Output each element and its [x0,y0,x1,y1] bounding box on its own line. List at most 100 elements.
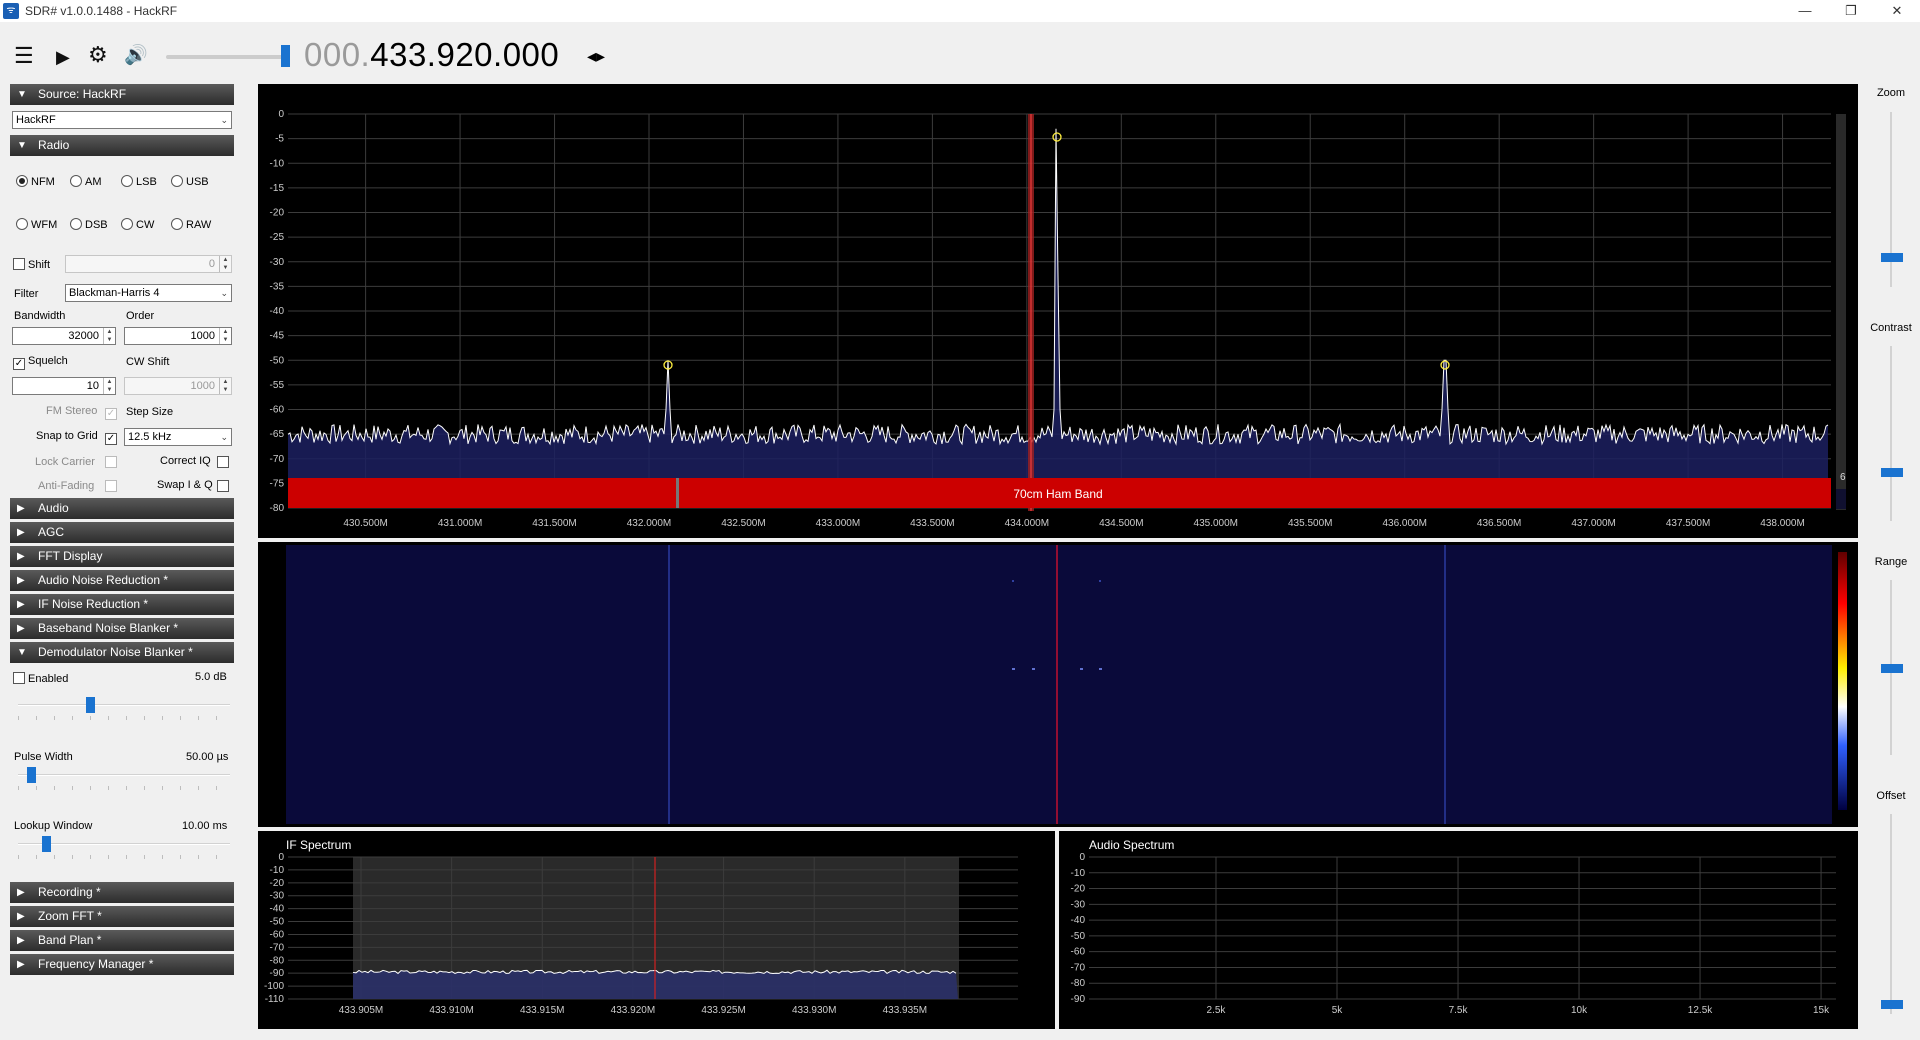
audio-x-tick-label: 12.5k [1688,1005,1713,1016]
volume-slider-thumb[interactable] [281,45,290,67]
panel-header-frequency-manager[interactable]: ▶ Frequency Manager * [10,954,234,975]
audio-y-tick-label: 0 [1079,852,1085,863]
play-icon[interactable]: ▶ [56,46,70,68]
squelch-checkbox[interactable]: ✓ Squelch [13,355,68,370]
spectrum-scrollbar[interactable] [1836,114,1846,510]
band-plan-label: 70cm Ham Band [1013,487,1102,501]
mode-radio-am[interactable]: AM [70,175,102,188]
spectrum-y-ticks: 0 -5 -10 -15 -20 -25 -30 -35 -40 -45 -50 -55 -60 -65 -… [270,109,285,514]
if-y-tick-label: -100 [264,981,284,992]
panel-header-agc[interactable]: ▶ AGC [10,522,234,543]
panel-header-audio-noise-reduction[interactable]: ▶ Audio Noise Reduction * [10,570,234,591]
contrast-slider-thumb[interactable] [1881,468,1903,477]
cwshift-input[interactable]: 1000 ▲ ▼ [124,377,232,395]
bandwidth-input[interactable]: 32000 ▲ ▼ [12,327,116,345]
mode-label: WFM [31,219,58,231]
panel-header-audio[interactable]: ▶ Audio [10,498,234,519]
waterfall[interactable] [258,542,1858,827]
spectrum-x-ticks: 430.500M 431.000M 431.500M 432.000M 432.500M… [343,518,1804,529]
tuning-arrows-icon[interactable]: ◂▸ [587,46,605,67]
spectrum-x-tick-label: 434.000M [1005,518,1049,529]
shift-value: 0 [208,258,215,270]
range-label: Range [1874,556,1908,568]
range-slider-thumb[interactable] [1881,663,1903,673]
spectrum-analyzer[interactable]: 0 -5 -10 -15 -20 -25 -30 -35 -40 -45 -50 -55 -60 -65 -… [258,84,1858,538]
display-controls: Zoom Contrast Range Offset [1862,84,1920,1034]
squelch-input[interactable]: 10 ▲ ▼ [12,377,116,395]
spectrum-y-tick-label: -70 [270,454,285,465]
panel-header-if-noise-reduction[interactable]: ▶ IF Noise Reduction * [10,594,234,615]
panel-header-band-plan[interactable]: ▶ Band Plan * [10,930,234,951]
mode-radio-raw[interactable]: RAW [171,218,211,231]
pulse-width-track[interactable] [18,774,230,776]
spectrum-y-tick-label: -75 [270,478,285,489]
source-device-select[interactable]: HackRF ⌄ [12,111,232,129]
spectrum-y-tick-label: -55 [270,380,285,391]
order-value: 1000 [190,330,215,342]
snap-to-grid-checkbox[interactable]: ✓ [105,430,120,445]
mode-radio-dsb[interactable]: DSB [70,218,108,231]
shift-checkbox[interactable]: Shift [13,258,50,271]
collapsed-arrow-icon: ▶ [17,623,25,634]
dnb-threshold-track[interactable] [18,704,230,706]
panel-header-zoom-fft[interactable]: ▶ Zoom FFT * [10,906,234,927]
spin-arrows-icon[interactable]: ▲ ▼ [103,378,115,394]
spin-arrows-icon[interactable]: ▲ ▼ [219,378,231,394]
spin-arrows-icon[interactable]: ▲ ▼ [103,328,115,344]
fm-stereo-checkbox[interactable]: ✓ [105,405,120,420]
frequency-display[interactable]: 000.433.920.000 [304,36,559,74]
audio-spectrum[interactable]: Audio Spectrum 0 -10 -20 -30 -40 -50 -60 -70 -80… [1059,831,1858,1029]
panel-header-demodulator-noise-blanker[interactable]: ▼ Demodulator Noise Blanker * [10,642,234,663]
dnb-threshold-thumb[interactable] [86,697,96,713]
step-size-select[interactable]: 12.5 kHz ⌄ [124,428,232,446]
panel-header-fft-display[interactable]: ▶ FFT Display [10,546,234,567]
spectrum-x-tick-label: 437.500M [1666,518,1710,529]
gear-icon[interactable]: ⚙ [88,44,108,66]
restore-button[interactable]: ❐ [1828,0,1874,22]
volume-slider-track[interactable] [166,55,286,59]
correct-iq-checkbox[interactable] [217,456,232,469]
mode-radio-nfm[interactable]: NFM [16,175,55,188]
mode-radio-lsb[interactable]: LSB [121,175,157,188]
spin-arrows-icon[interactable]: ▲ ▼ [219,256,231,272]
radio-icon [16,218,28,230]
mode-radio-wfm[interactable]: WFM [16,218,57,231]
offset-slider-thumb[interactable] [1881,1000,1903,1009]
panel-header-radio[interactable]: ▼ Radio [10,135,234,156]
pulse-width-thumb[interactable] [26,767,36,783]
panel-header-label: Baseband Noise Blanker * [38,621,179,635]
audio-x-tick-label: 15k [1813,1005,1830,1016]
if-x-tick-label: 433.905M [339,1005,383,1016]
spectrum-scrollbar-thumb[interactable] [1836,489,1846,509]
mode-radio-cw[interactable]: CW [121,218,154,231]
spectrum-x-tick-label: 437.000M [1571,518,1615,529]
expanded-arrow-icon: ▼ [17,89,27,100]
if-spectrum[interactable]: IF Spectrum 0 -10 -20 -30 -40 -50 -60 -70 -80 -90… [258,831,1055,1029]
menu-icon[interactable]: ☰ [14,45,34,67]
zoom-slider-thumb[interactable] [1881,253,1903,263]
panel-header-baseband-noise-blanker[interactable]: ▶ Baseband Noise Blanker * [10,618,234,639]
order-input[interactable]: 1000 ▲ ▼ [124,327,232,345]
panel-header-source[interactable]: ▼ Source: HackRF [10,84,234,105]
mode-radio-usb[interactable]: USB [171,175,209,188]
filter-label: Filter [14,288,39,300]
lookup-window-thumb[interactable] [41,836,51,852]
filter-select[interactable]: Blackman-Harris 4 ⌄ [65,284,232,302]
swap-iq-checkbox[interactable] [217,480,232,493]
offset-slider-track[interactable] [1890,814,1892,1014]
contrast-slider-track[interactable] [1890,346,1892,521]
order-label: Order [126,310,155,322]
spin-arrows-icon[interactable]: ▲ ▼ [219,328,231,344]
dnb-enabled-checkbox[interactable]: Enabled [13,672,68,685]
shift-input[interactable]: 0 ▲ ▼ [65,255,232,273]
frequency-prefix: 000. [304,36,371,73]
close-button[interactable]: ✕ [1874,0,1920,22]
lock-carrier-checkbox[interactable] [105,456,120,469]
panel-header-label: IF Noise Reduction * [38,597,149,611]
anti-fading-checkbox[interactable] [105,480,120,493]
panel-header-label: Audio Noise Reduction * [38,573,169,587]
speaker-icon[interactable]: 🔊 [124,45,148,67]
minimize-button[interactable]: — [1782,0,1828,22]
spectrum-y-tick-label: -65 [270,429,285,440]
panel-header-recording[interactable]: ▶ Recording * [10,882,234,903]
